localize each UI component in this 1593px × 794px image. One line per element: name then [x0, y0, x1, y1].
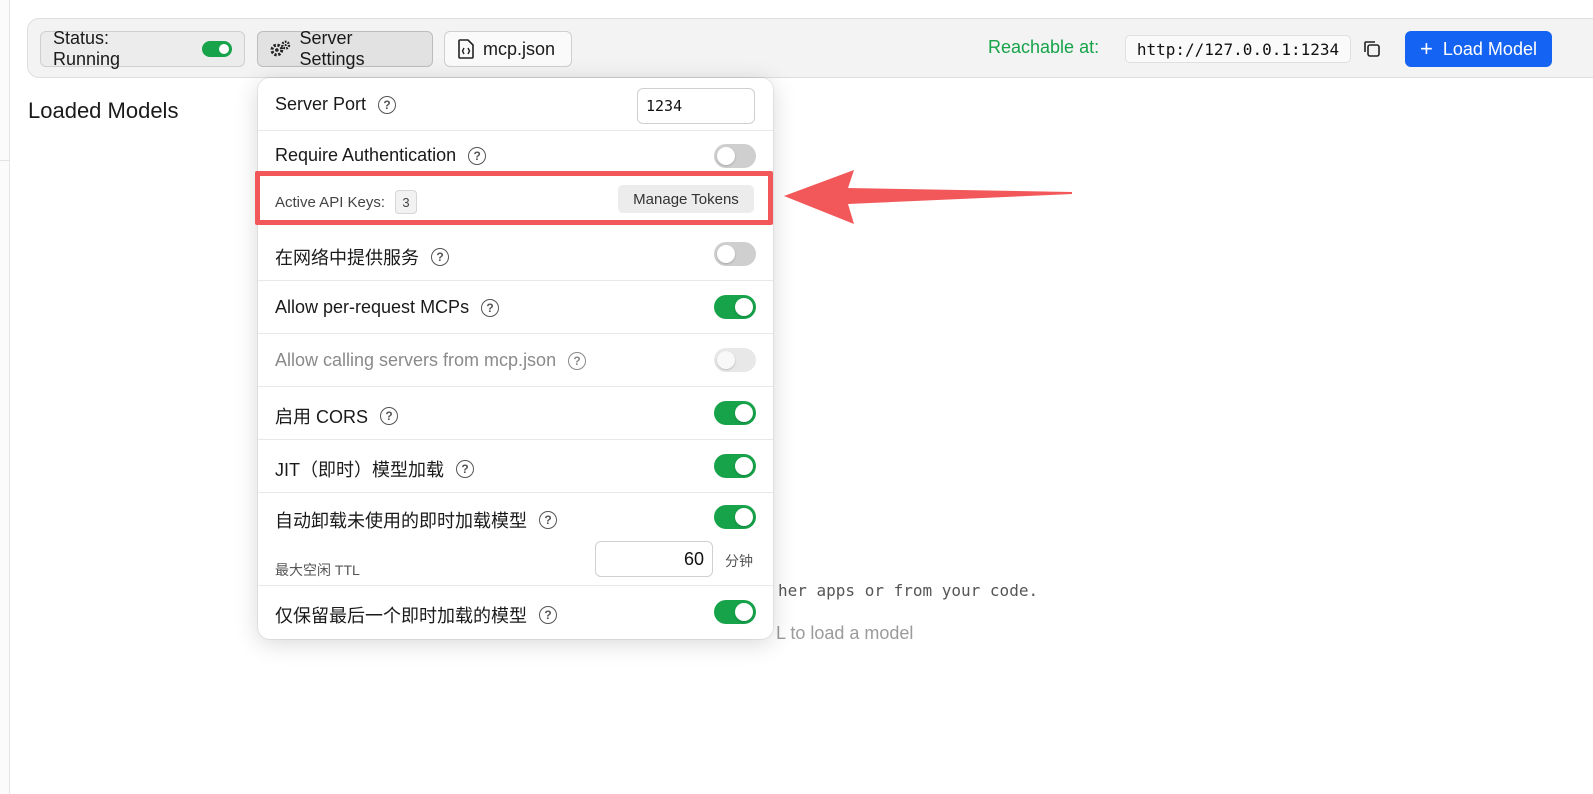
help-icon[interactable]: ? [539, 511, 557, 529]
max-idle-ttl-input[interactable] [595, 541, 713, 577]
json-file-icon [458, 39, 474, 59]
cors-row: 启用 CORS ? [258, 387, 773, 440]
copy-icon[interactable] [1361, 38, 1383, 60]
server-settings-label: Server Settings [299, 28, 365, 69]
help-icon[interactable]: ? [481, 298, 500, 317]
serve-network-toggle[interactable] [714, 242, 756, 266]
serve-network-label: 在网络中提供服务 [275, 248, 419, 268]
api-keys-label: Active API Keys: [275, 193, 386, 211]
status-button[interactable]: Status: Running [40, 28, 245, 69]
auto-unload-label: 自动卸载未使用的即时加载模型 [275, 511, 527, 531]
auto-unload-toggle[interactable] [714, 505, 756, 529]
server-settings-popover: Server Port ? Require Authentication ? A… [258, 78, 773, 639]
annotation-arrow [784, 170, 1072, 224]
serve-network-row: 在网络中提供服务 ? [258, 228, 773, 281]
help-icon[interactable]: ? [468, 146, 487, 165]
server-port-label: Server Port [275, 94, 367, 114]
jit-label: JIT（即时）模型加载 [275, 460, 444, 480]
server-running-toggle[interactable] [202, 41, 232, 57]
mcp-json-button[interactable]: mcp.json [444, 31, 572, 67]
help-icon[interactable]: ? [568, 351, 587, 370]
jit-toggle[interactable] [714, 454, 756, 478]
calling-servers-mcp-label: Allow calling servers from mcp.json [275, 350, 557, 370]
cors-label: 启用 CORS [275, 407, 369, 427]
reachable-label: Reachable at: [988, 37, 1100, 57]
per-request-mcps-row: Allow per-request MCPs ? [258, 281, 773, 334]
api-keys-row: Active API Keys: 3 Manage Tokens [258, 176, 773, 224]
plus-icon: + [1420, 36, 1433, 61]
empty-state-hint: her apps or from your code. [778, 581, 1039, 600]
server-settings-button[interactable]: Server Settings [257, 28, 433, 69]
require-auth-label: Require Authentication [275, 145, 457, 165]
cors-toggle[interactable] [714, 401, 756, 425]
gears-icon [270, 40, 291, 57]
per-request-mcps-label: Allow per-request MCPs [275, 297, 470, 317]
max-idle-ttl-label: 最大空闲 TTL [275, 562, 360, 578]
ttl-unit-label: 分钟 [725, 553, 753, 569]
require-auth-toggle[interactable] [714, 144, 756, 168]
per-request-mcps-toggle[interactable] [714, 295, 756, 319]
jit-row: JIT（即时）模型加载 ? [258, 440, 773, 493]
server-port-row: Server Port ? [258, 78, 773, 131]
status-label: Status: Running [53, 28, 121, 69]
empty-state-shortcut-hint: L to load a model [776, 623, 914, 643]
keep-last-row: 仅保留最后一个即时加载的模型 ? [258, 586, 773, 639]
server-url[interactable]: http://127.0.0.1:1234 [1125, 35, 1351, 63]
server-toolbar: Status: Running Server Settings mcp.json… [27, 18, 1593, 78]
help-icon[interactable]: ? [539, 606, 557, 624]
load-model-label: Load Model [1442, 38, 1537, 59]
manage-tokens-button[interactable]: Manage Tokens [618, 185, 754, 213]
auto-unload-row: 自动卸载未使用的即时加载模型 ? 最大空闲 TTL 分钟 [258, 493, 773, 586]
left-sidebar-rail [0, 0, 10, 794]
server-port-input[interactable] [637, 88, 755, 124]
calling-servers-mcp-row: Allow calling servers from mcp.json ? [258, 334, 773, 387]
help-icon[interactable]: ? [378, 95, 397, 114]
loaded-models-title: Loaded Models [28, 98, 179, 123]
sidebar-divider [0, 160, 10, 161]
mcp-json-label: mcp.json [483, 38, 556, 59]
calling-servers-mcp-toggle [714, 348, 756, 372]
require-auth-row: Require Authentication ? [258, 131, 773, 176]
help-icon[interactable]: ? [431, 248, 449, 266]
api-keys-count-badge: 3 [395, 190, 418, 214]
load-model-button[interactable]: + Load Model [1405, 31, 1552, 67]
keep-last-toggle[interactable] [714, 600, 756, 624]
keep-last-label: 仅保留最后一个即时加载的模型 [275, 606, 527, 626]
help-icon[interactable]: ? [456, 460, 474, 478]
help-icon[interactable]: ? [380, 407, 399, 425]
